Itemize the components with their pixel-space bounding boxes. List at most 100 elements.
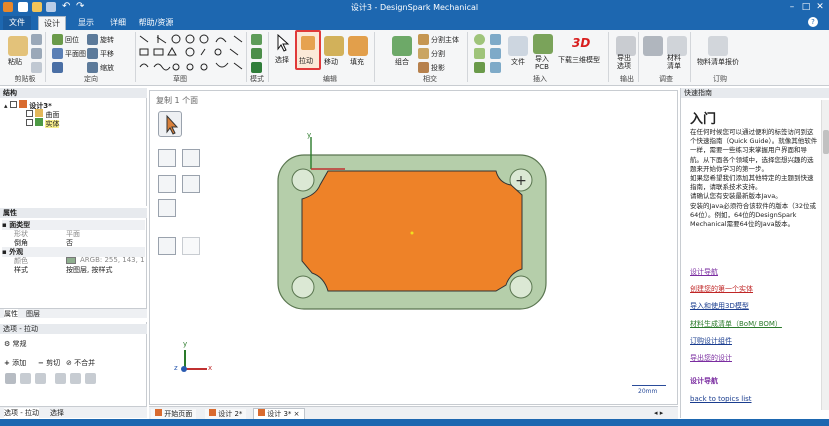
pull-tool-4[interactable]: [182, 175, 200, 193]
sketch-tools[interactable]: [138, 33, 246, 73]
pan-icon[interactable]: [87, 48, 98, 59]
pull-option-icon-6[interactable]: [85, 373, 96, 384]
split-icon[interactable]: [418, 48, 429, 59]
split-body-label[interactable]: 分割主体: [431, 35, 459, 45]
project-icon[interactable]: [418, 62, 429, 73]
move-label[interactable]: 移动: [324, 57, 338, 67]
move-icon[interactable]: [324, 36, 344, 56]
help-icon[interactable]: ?: [808, 17, 818, 27]
tab-properties[interactable]: 属性: [4, 309, 18, 319]
tab-options-pull[interactable]: 选项 - 拉动: [4, 408, 39, 418]
pull-tool-5[interactable]: [158, 199, 176, 217]
copy-icon[interactable]: [31, 48, 42, 59]
bom-label[interactable]: 材料 清单: [667, 54, 681, 70]
tab-detail[interactable]: 详细: [104, 16, 132, 30]
close-button[interactable]: ✕: [813, 1, 827, 13]
doc-tab-start[interactable]: 开始页面: [151, 409, 197, 419]
image-icon[interactable]: [490, 34, 501, 45]
rotate-label[interactable]: 旋转: [100, 35, 114, 45]
insert-file-label[interactable]: 文件: [511, 57, 525, 67]
link-bom[interactable]: 材料生成清单（BoM/ BOM）: [690, 319, 782, 329]
pull-tool-3[interactable]: [158, 175, 176, 193]
check-icon[interactable]: [643, 36, 663, 56]
fill-icon[interactable]: [348, 36, 368, 56]
home-icon[interactable]: [52, 34, 63, 45]
combine-icon[interactable]: [392, 36, 412, 56]
cart-icon[interactable]: [708, 36, 728, 56]
home-label[interactable]: 回位: [65, 35, 79, 45]
prop-style-value[interactable]: 按图层, 按样式: [66, 265, 112, 275]
file-tab[interactable]: 文件: [3, 16, 31, 30]
origin-icon[interactable]: [490, 62, 501, 73]
option-add[interactable]: + 添加: [4, 358, 26, 368]
zoom-icon[interactable]: [87, 62, 98, 73]
back-to-topics-link[interactable]: back to topics list: [690, 395, 752, 403]
link-export[interactable]: 导出您的设计: [690, 353, 732, 363]
checkbox-icon[interactable]: [26, 119, 33, 126]
pull-option-icon-2[interactable]: [20, 373, 31, 384]
sketch-mode-icon[interactable]: [251, 34, 262, 45]
minimize-button[interactable]: –: [785, 1, 799, 13]
pull-option-icon-5[interactable]: [70, 373, 81, 384]
pull-tool-1[interactable]: [158, 149, 176, 167]
tab-select[interactable]: 选择: [50, 408, 64, 418]
insert-file-icon[interactable]: [508, 36, 528, 56]
select-tool-button[interactable]: [158, 111, 182, 137]
select-label[interactable]: 选择: [275, 55, 289, 65]
part-view[interactable]: + y: [270, 129, 560, 319]
link-import-3d[interactable]: 导入和使用3D模型: [690, 301, 749, 311]
complete-tool[interactable]: [158, 237, 176, 255]
project-label[interactable]: 投影: [431, 63, 445, 73]
split-body-icon[interactable]: [418, 34, 429, 45]
tab-help[interactable]: 帮助/资源: [136, 16, 176, 30]
rotate-icon[interactable]: [87, 34, 98, 45]
axis-icon[interactable]: [474, 62, 485, 73]
tree-item-solid[interactable]: 实体: [26, 118, 60, 129]
split-label[interactable]: 分割: [431, 49, 445, 59]
select-icon[interactable]: [276, 34, 290, 52]
pull-option-icon-4[interactable]: [55, 373, 66, 384]
tab-display[interactable]: 显示: [72, 16, 100, 30]
import-pcb-label[interactable]: 导入 PCB: [535, 55, 549, 71]
cut-icon[interactable]: [31, 34, 42, 45]
link-order[interactable]: 订购设计组件: [690, 336, 732, 346]
download-3d-label[interactable]: 下载三维模型: [558, 55, 600, 65]
plan-view-label[interactable]: 平面图: [65, 49, 86, 59]
tab-design[interactable]: 设计: [38, 16, 66, 30]
cancel-tool[interactable]: [182, 237, 200, 255]
pull-tool-2[interactable]: [182, 149, 200, 167]
link-first-solid[interactable]: 创建您的第一个实体: [690, 284, 753, 294]
color-swatch[interactable]: [66, 257, 76, 264]
pull-button[interactable]: 拉动: [295, 30, 321, 70]
plan-view-icon[interactable]: [52, 48, 63, 59]
pull-option-icon-3[interactable]: [35, 373, 46, 384]
option-cut[interactable]: − 剪切: [38, 358, 60, 368]
bom-icon[interactable]: [667, 36, 687, 56]
checkbox-icon[interactable]: [9, 101, 17, 108]
tab-layers[interactable]: 图层: [26, 309, 40, 319]
bom-quote-label[interactable]: 物料清单报价: [697, 57, 739, 67]
close-tab-icon[interactable]: ×: [294, 410, 300, 418]
option-no-merge[interactable]: ⊘ 不合并: [66, 358, 95, 368]
section-mode-icon[interactable]: [251, 48, 262, 59]
point-icon[interactable]: [490, 48, 501, 59]
expand-icon[interactable]: ▴: [4, 102, 8, 110]
link-design-nav[interactable]: 设计导航: [690, 267, 718, 277]
checkbox-icon[interactable]: [26, 110, 33, 117]
design-canvas[interactable]: 复制 1 个面 + y y x z 20mm: [149, 90, 678, 405]
export-label[interactable]: 导出 选项: [617, 54, 631, 70]
view-cube-icon[interactable]: [52, 62, 63, 73]
tab-nav-arrows[interactable]: ◂ ▸: [654, 409, 663, 417]
import-pcb-icon[interactable]: [533, 34, 553, 54]
plane-icon[interactable]: [474, 48, 485, 59]
maximize-button[interactable]: □: [799, 1, 813, 13]
doc-tab-design2[interactable]: 设计 2*: [205, 409, 247, 419]
zoom-label[interactable]: 缩放: [100, 63, 114, 73]
format-icon[interactable]: [31, 62, 42, 73]
pan-label[interactable]: 平移: [100, 49, 114, 59]
fill-label[interactable]: 填充: [350, 57, 364, 67]
paste-icon[interactable]: [8, 36, 28, 56]
combine-label[interactable]: 组合: [395, 57, 409, 67]
cylinder-icon[interactable]: [474, 34, 485, 45]
export-icon[interactable]: [616, 36, 636, 56]
